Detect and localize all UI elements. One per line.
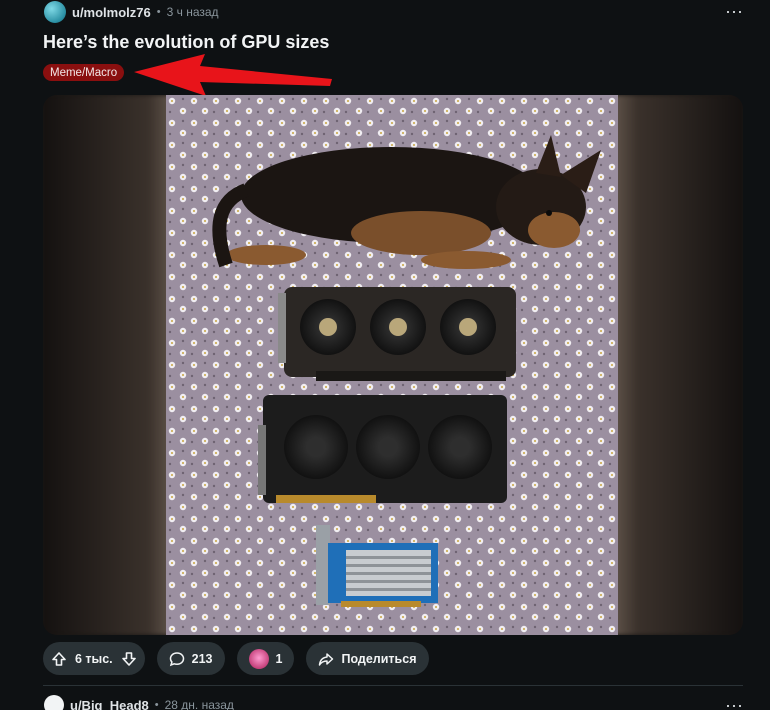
author-avatar[interactable] bbox=[44, 1, 66, 23]
vote-count: 6 тыс. bbox=[75, 651, 113, 666]
award-button[interactable]: 1 bbox=[236, 642, 295, 675]
gpu-dog-photo bbox=[166, 95, 618, 635]
post-image[interactable] bbox=[43, 95, 743, 635]
post-flair[interactable]: Meme/Macro bbox=[43, 64, 125, 81]
post-card[interactable]: u/molmolz76 • 3 ч назад ··· Here’s the e… bbox=[0, 0, 770, 686]
award-count: 1 bbox=[275, 651, 283, 666]
post-title[interactable]: Here’s the evolution of GPU sizes bbox=[43, 32, 329, 53]
award-icon bbox=[248, 648, 269, 669]
next-post-timestamp: 28 дн. назад bbox=[164, 698, 234, 710]
post-meta: u/molmolz76 • 3 ч назад bbox=[44, 0, 219, 24]
post-timestamp: 3 ч назад bbox=[166, 5, 219, 19]
share-button[interactable]: Поделиться bbox=[306, 642, 429, 675]
comment-icon bbox=[169, 651, 184, 666]
next-author-avatar[interactable] bbox=[44, 695, 64, 710]
downvote-icon[interactable] bbox=[121, 651, 137, 667]
author-username[interactable]: u/molmolz76 bbox=[72, 5, 151, 20]
separator-dot: • bbox=[156, 6, 161, 18]
more-horizontal-icon: ··· bbox=[725, 695, 743, 710]
comments-button[interactable]: 213 bbox=[156, 642, 225, 675]
more-horizontal-icon: ··· bbox=[725, 1, 743, 21]
vote-control: 6 тыс. bbox=[43, 642, 145, 675]
share-icon bbox=[319, 652, 334, 666]
upvote-icon[interactable] bbox=[51, 651, 67, 667]
more-options-button[interactable]: ··· bbox=[724, 2, 744, 20]
separator-dot: • bbox=[154, 699, 159, 710]
post-divider bbox=[43, 685, 743, 686]
share-label: Поделиться bbox=[341, 651, 417, 666]
next-more-options-button[interactable]: ··· bbox=[724, 696, 744, 710]
comment-count: 213 bbox=[191, 651, 213, 666]
post-actions: 6 тыс. 213 1 Поделиться bbox=[43, 642, 429, 675]
next-post-meta: u/Big_Head8 • 28 дн. назад bbox=[44, 695, 234, 710]
next-author-username[interactable]: u/Big_Head8 bbox=[70, 698, 149, 710]
